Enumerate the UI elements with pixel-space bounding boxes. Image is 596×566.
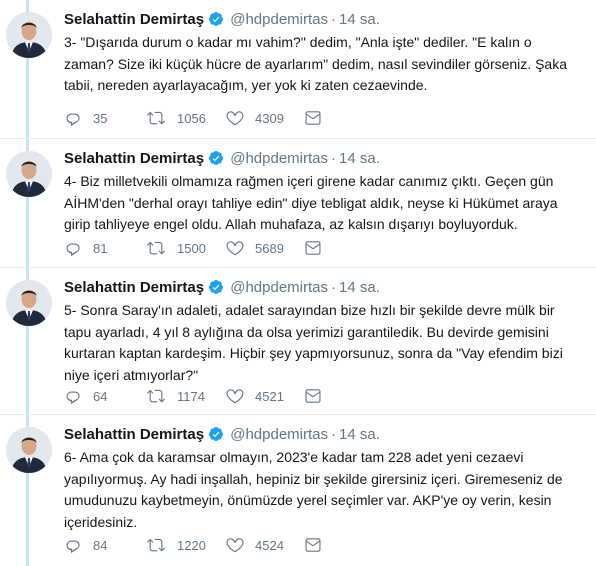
tweet-timestamp[interactable]: 14 sa. (339, 279, 380, 296)
reply-count: 64 (93, 388, 108, 404)
reply-button[interactable]: 84 (64, 535, 107, 555)
author-name[interactable]: Selahattin Demirtaş (64, 150, 204, 167)
reply-icon (66, 113, 80, 126)
reply-button[interactable]: 81 (64, 238, 107, 258)
verified-badge-icon (208, 279, 224, 301)
tweet-timestamp[interactable]: 14 sa. (339, 11, 380, 28)
retweet-button[interactable]: 1056 (146, 108, 206, 128)
verified-badge-icon (208, 426, 224, 448)
reply-icon (66, 243, 80, 256)
retweet-icon (147, 241, 165, 255)
verified-badge-icon (208, 150, 224, 172)
tweet-header: Selahattin Demirtaş @hdpdemirtas · 14 sa. (64, 10, 380, 33)
retweet-icon (147, 389, 165, 403)
like-count: 4309 (255, 110, 284, 126)
direct-message-button[interactable] (304, 535, 322, 555)
retweet-button[interactable]: 1500 (146, 238, 206, 258)
author-name[interactable]: Selahattin Demirtaş (64, 279, 204, 296)
tweet-3[interactable]: Selahattin Demirtaş @hdpdemirtas · 14 sa. … (0, 0, 596, 139)
like-button[interactable]: 4521 (226, 386, 284, 406)
like-count: 4521 (255, 388, 284, 404)
tweet-header: Selahattin Demirtaş @hdpdemirtas · 14 sa. (64, 149, 380, 172)
retweet-count: 1500 (177, 240, 206, 256)
separator-dot: · (331, 150, 336, 167)
like-icon (226, 389, 244, 404)
like-button[interactable]: 4309 (226, 108, 284, 128)
direct-message-button[interactable] (304, 238, 322, 258)
avatar[interactable] (6, 151, 52, 197)
avatar-portrait-icon (6, 12, 52, 58)
reply-count: 81 (93, 240, 108, 256)
avatar[interactable] (6, 427, 52, 473)
tweet-header: Selahattin Demirtaş @hdpdemirtas · 14 sa. (64, 278, 380, 301)
separator-dot: · (331, 426, 336, 443)
tweet-6[interactable]: Selahattin Demirtaş @hdpdemirtas · 14 sa. … (0, 415, 596, 566)
tweet-text: 3- "Dışarıda durum o kadar mı vahim?" de… (64, 34, 567, 93)
tweet-header: Selahattin Demirtaş @hdpdemirtas · 14 sa. (64, 425, 380, 448)
reply-count: 84 (93, 537, 108, 553)
like-button[interactable]: 4524 (226, 535, 284, 555)
reply-button[interactable]: 64 (64, 386, 107, 406)
like-icon (226, 538, 244, 553)
retweet-icon (147, 111, 165, 125)
avatar[interactable] (6, 12, 52, 58)
tweet-text: 5- Sonra Saray'ın adaleti, adalet sarayı… (64, 302, 563, 383)
like-button[interactable]: 5689 (226, 238, 284, 258)
author-name[interactable]: Selahattin Demirtaş (64, 426, 204, 443)
like-count: 5689 (255, 240, 284, 256)
separator-dot: · (331, 11, 336, 28)
direct-message-icon (305, 389, 321, 403)
separator-dot: · (331, 279, 336, 296)
author-handle[interactable]: @hdpdemirtas (230, 11, 328, 28)
retweet-icon (147, 538, 165, 552)
reply-icon (66, 540, 80, 553)
verified-badge-icon (208, 11, 224, 33)
reply-count: 35 (93, 110, 108, 126)
like-count: 4524 (255, 537, 284, 553)
author-handle[interactable]: @hdpdemirtas (230, 279, 328, 296)
direct-message-icon (305, 241, 321, 255)
tweet-4[interactable]: Selahattin Demirtaş @hdpdemirtas · 14 sa. … (0, 139, 596, 268)
direct-message-button[interactable] (304, 108, 322, 128)
tweet-timestamp[interactable]: 14 sa. (339, 426, 380, 443)
avatar-portrait-icon (6, 280, 52, 326)
retweet-button[interactable]: 1220 (146, 535, 206, 555)
retweet-count: 1056 (177, 110, 206, 126)
avatar[interactable] (6, 280, 52, 326)
avatar-portrait-icon (6, 151, 52, 197)
retweet-button[interactable]: 1174 (146, 386, 205, 406)
author-handle[interactable]: @hdpdemirtas (230, 426, 328, 443)
avatar-portrait-icon (6, 427, 52, 473)
tweet-text: 4- Biz milletvekili olmamıza rağmen içer… (64, 173, 558, 232)
tweet-timestamp[interactable]: 14 sa. (339, 150, 380, 167)
tweet-text: 6- Ama çok da karamsar olmayın, 2023'e k… (64, 449, 563, 530)
like-icon (226, 241, 244, 256)
author-name[interactable]: Selahattin Demirtaş (64, 11, 204, 28)
direct-message-button[interactable] (304, 386, 322, 406)
retweet-count: 1220 (177, 537, 206, 553)
retweet-count: 1174 (177, 388, 205, 404)
reply-button[interactable]: 35 (64, 108, 107, 128)
author-handle[interactable]: @hdpdemirtas (230, 150, 328, 167)
direct-message-icon (305, 538, 321, 552)
like-icon (226, 111, 244, 126)
tweet-5[interactable]: Selahattin Demirtaş @hdpdemirtas · 14 sa. … (0, 268, 596, 415)
reply-icon (66, 391, 80, 404)
direct-message-icon (305, 111, 321, 125)
